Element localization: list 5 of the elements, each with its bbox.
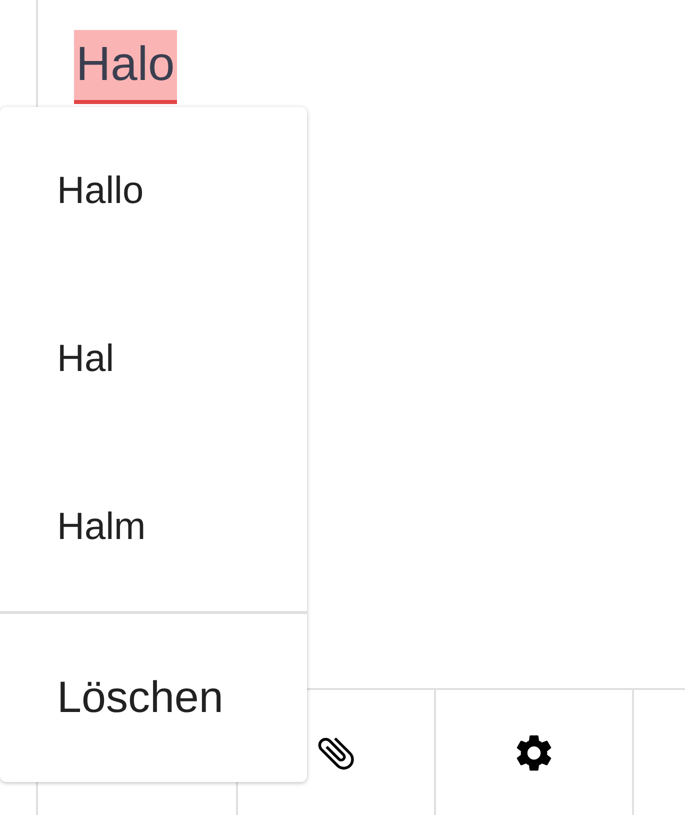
delete-item[interactable]: Löschen [0,611,307,782]
misspelled-word[interactable]: Halo [74,30,177,104]
suggestion-item[interactable]: Halm [0,443,307,611]
suggestion-item[interactable]: Hal [0,275,307,443]
suggestion-item[interactable]: Hallo [0,107,307,275]
